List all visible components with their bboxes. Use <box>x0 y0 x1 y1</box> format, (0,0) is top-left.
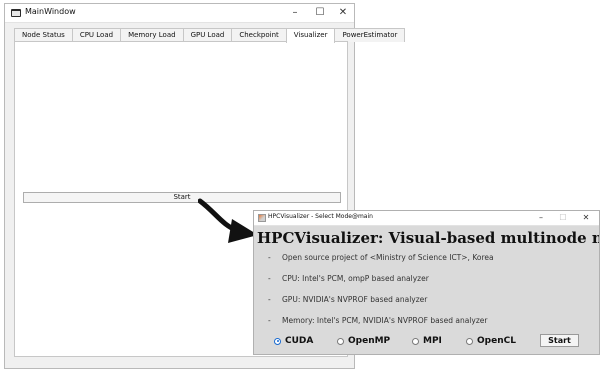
dialog-start-button[interactable]: Start <box>540 334 579 347</box>
bullet-text-project: Open source project of <Ministry of Scie… <box>282 253 494 262</box>
radio-dot-icon <box>274 337 281 345</box>
radio-dot-icon <box>466 337 473 345</box>
tab-memory-load[interactable]: Memory Load <box>120 28 184 42</box>
radio-dot-icon <box>412 337 419 345</box>
dialog-maximize-icon[interactable]: ☐ <box>553 211 573 224</box>
tab-checkpoint[interactable]: Checkpoint <box>231 28 287 42</box>
dialog-minimize-icon[interactable]: – <box>531 211 551 224</box>
radio-opencl-label: OpenCL <box>477 336 516 346</box>
radio-cuda-label: CUDA <box>285 336 314 346</box>
dialog-close-icon[interactable]: ✕ <box>576 211 596 224</box>
tab-node-status[interactable]: Node Status <box>14 28 73 42</box>
tab-gpu-load[interactable]: GPU Load <box>182 28 233 42</box>
bullet-dash: - <box>268 274 271 283</box>
tab-power-estimator[interactable]: PowerEstimator <box>334 28 406 42</box>
hpcvisualizer-app-icon <box>258 214 266 222</box>
tab-bar: Node Status CPU Load Memory Load GPU Loa… <box>14 28 406 43</box>
close-icon[interactable]: ✕ <box>332 5 354 21</box>
bullet-item: - Memory: Intel's PCM, NVIDIA's NVPROF ba… <box>268 316 487 325</box>
main-titlebar: MainWindow – ☐ ✕ <box>5 4 354 23</box>
radio-cuda[interactable]: CUDA <box>274 335 313 347</box>
main-window-title: MainWindow <box>25 7 76 16</box>
bullet-text-cpu: CPU: Intel's PCM, ompP based analyzer <box>282 274 429 283</box>
radio-dot-icon <box>337 337 344 345</box>
radio-mpi[interactable]: MPI <box>412 335 442 347</box>
bullet-dash: - <box>268 295 271 304</box>
dialog-headline: HPCVisualizer: Visual-based multinode no… <box>257 229 599 247</box>
radio-mpi-label: MPI <box>423 336 442 346</box>
dialog-titlebar: HPCVisualizer - Select Mode@main – ☐ ✕ <box>254 211 599 226</box>
bullet-dash: - <box>268 253 271 262</box>
bullet-item: - GPU: NVIDIA's NVPROF based analyzer <box>268 295 427 304</box>
maximize-icon[interactable]: ☐ <box>309 5 331 21</box>
select-mode-dialog: HPCVisualizer - Select Mode@main – ☐ ✕ H… <box>253 210 600 355</box>
start-button[interactable]: Start <box>23 192 341 203</box>
radio-openmp-label: OpenMP <box>348 336 391 346</box>
tab-visualizer[interactable]: Visualizer <box>285 28 336 43</box>
bullet-item: - Open source project of <Ministry of Sci… <box>268 253 494 262</box>
radio-openmp[interactable]: OpenMP <box>337 335 390 347</box>
bullet-dash: - <box>268 316 271 325</box>
radio-opencl[interactable]: OpenCL <box>466 335 516 347</box>
bullet-text-memory: Memory: Intel's PCM, NVIDIA's NVPROF bas… <box>282 316 488 325</box>
app-window-icon <box>11 9 21 17</box>
bullet-item: - CPU: Intel's PCM, ompP based analyzer <box>268 274 429 283</box>
bullet-text-gpu: GPU: NVIDIA's NVPROF based analyzer <box>282 295 428 304</box>
dialog-title: HPCVisualizer - Select Mode@main <box>268 213 373 220</box>
tab-cpu-load[interactable]: CPU Load <box>71 28 122 42</box>
minimize-icon[interactable]: – <box>284 5 306 21</box>
